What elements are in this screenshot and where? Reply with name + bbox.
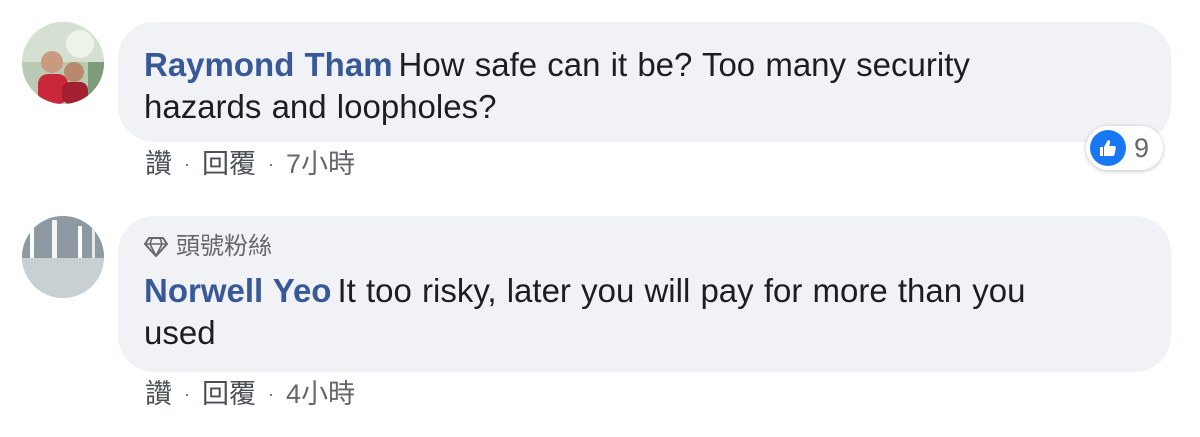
top-fan-badge[interactable]: 頭號粉絲 [144,232,1145,262]
timestamp[interactable]: 7小時 [286,148,355,180]
like-link[interactable]: 讚 [145,148,172,180]
comment-text-line2: used [144,314,216,351]
comment-bubble: 頭號粉絲 Norwell Yeo It too risky, later you … [118,216,1171,372]
diamond-icon [144,236,168,258]
comment-text-line2: hazards and loopholes? [144,88,497,125]
reply-link[interactable]: 回覆 [202,378,256,410]
reply-link[interactable]: 回覆 [202,148,256,180]
author-name[interactable]: Raymond Tham [144,46,393,83]
comment-actions: 讚 · 回覆 · 7小時 [145,148,355,180]
comment-text-line1: It too risky, later you will pay for mor… [337,272,1026,309]
reaction-summary[interactable]: 9 [1086,126,1164,170]
separator-dot: · [184,154,190,174]
comment-text: Raymond Tham How safe can it be? Too many… [144,44,1145,86]
avatar[interactable] [22,216,104,298]
comment-bubble: Raymond Tham How safe can it be? Too many… [118,22,1171,142]
badge-label: 頭號粉絲 [176,233,272,260]
separator-dot: · [268,154,274,174]
comment-text: Norwell Yeo It too risky, later you will … [144,270,1145,312]
comment-actions: 讚 · 回覆 · 4小時 [145,378,355,410]
avatar[interactable] [22,22,104,104]
reaction-count: 9 [1134,132,1150,163]
separator-dot: · [184,384,190,404]
timestamp[interactable]: 4小時 [286,378,355,410]
like-link[interactable]: 讚 [145,378,172,410]
separator-dot: · [268,384,274,404]
author-name[interactable]: Norwell Yeo [144,272,331,309]
comment-text-line1: How safe can it be? Too many security [398,46,970,83]
thumbs-up-icon [1090,130,1126,166]
